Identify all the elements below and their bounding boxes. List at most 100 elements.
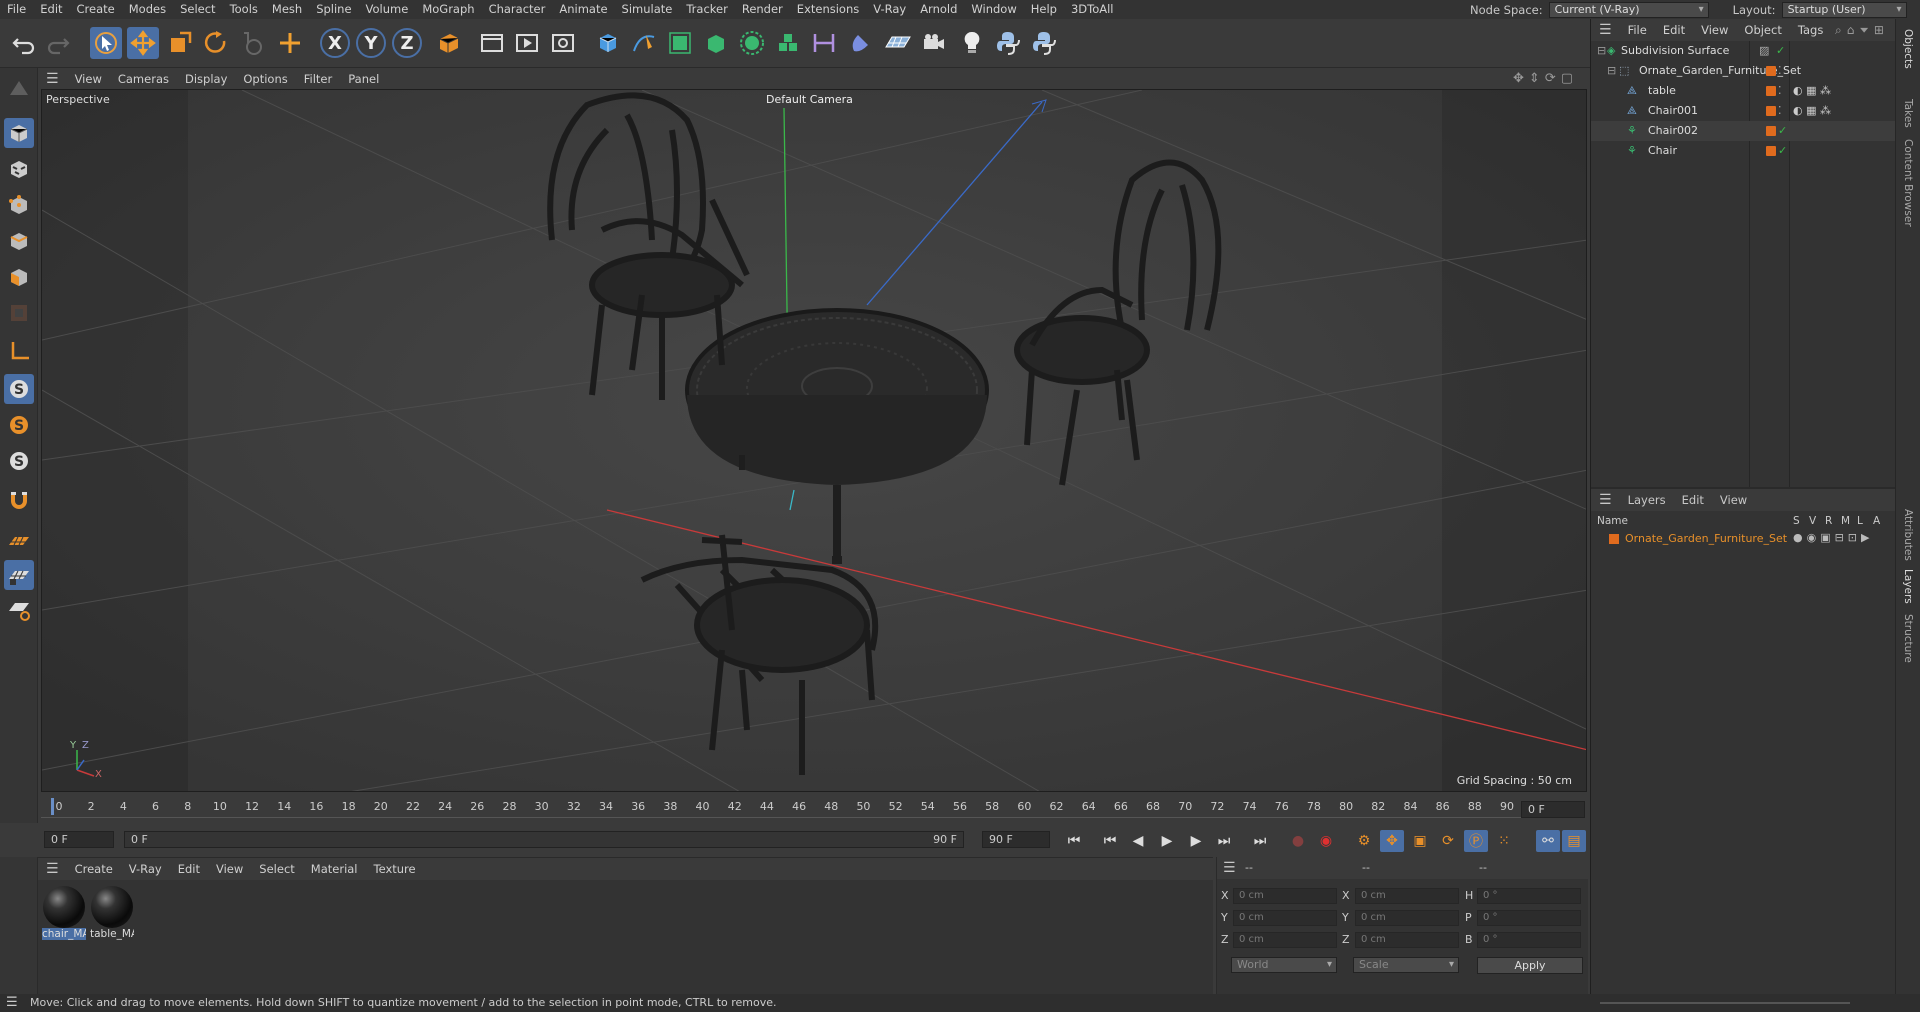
- material-menu-select[interactable]: Select: [251, 862, 302, 876]
- workplane-icon[interactable]: [4, 336, 34, 366]
- menu-animate[interactable]: Animate: [552, 0, 614, 19]
- object-menu-file[interactable]: File: [1620, 23, 1655, 37]
- layer-color-tag[interactable]: [1766, 146, 1776, 156]
- tab-attributes[interactable]: Attributes: [1902, 509, 1914, 561]
- material-tag-icon[interactable]: ◐ ▦ ⁂: [1793, 81, 1831, 101]
- rot-h-field[interactable]: 0 °: [1477, 888, 1581, 904]
- animated-grid-icon[interactable]: [4, 594, 34, 624]
- layer-menu-layers[interactable]: Layers: [1620, 493, 1674, 507]
- viewport-nav-icons[interactable]: ✥⇕⟳▢: [1513, 71, 1578, 86]
- light-icon[interactable]: [956, 27, 988, 59]
- camera-icon[interactable]: [918, 27, 950, 59]
- material-menu-texture[interactable]: Texture: [366, 862, 424, 876]
- redo-icon[interactable]: [42, 27, 74, 59]
- grid-plane-icon[interactable]: [4, 526, 34, 556]
- object-menu-view[interactable]: View: [1693, 23, 1736, 37]
- go-to-end-icon[interactable]: ⏭: [1248, 830, 1272, 852]
- object-toolbar-icons[interactable]: ⌕⌂⏷⊞: [1835, 23, 1895, 38]
- key-position-icon[interactable]: ✥: [1380, 830, 1404, 852]
- apply-button[interactable]: Apply: [1477, 957, 1583, 974]
- next-key-icon[interactable]: ⏭: [1212, 830, 1236, 852]
- viewport-menu-panel[interactable]: Panel: [340, 72, 387, 86]
- make-editable-icon[interactable]: [4, 73, 34, 103]
- y-axis-lock-button[interactable]: Y: [356, 28, 386, 58]
- python-script-icon[interactable]: [1028, 27, 1060, 59]
- pos-x-field[interactable]: 0 cm: [1233, 888, 1337, 904]
- material-hamburger-icon[interactable]: ☰: [38, 861, 67, 877]
- playhead[interactable]: [51, 798, 54, 815]
- frame-range-slider[interactable]: 0 F 90 F: [124, 831, 964, 848]
- end-frame-field[interactable]: 90 F: [982, 831, 1050, 848]
- subdivision-icon[interactable]: [664, 27, 696, 59]
- pos-y-field[interactable]: 0 cm: [1233, 910, 1337, 926]
- menu-create[interactable]: Create: [70, 0, 122, 19]
- menu-arnold[interactable]: Arnold: [913, 0, 964, 19]
- status-hamburger-icon[interactable]: ☰: [6, 994, 18, 1012]
- layer-hamburger-icon[interactable]: ☰: [1591, 492, 1620, 508]
- menu-simulate[interactable]: Simulate: [615, 0, 680, 19]
- key-parameter-icon[interactable]: Ⓟ: [1464, 830, 1488, 852]
- go-to-start-icon[interactable]: ⏮: [1062, 830, 1086, 852]
- undo-icon[interactable]: [8, 27, 40, 59]
- object-menu-edit[interactable]: Edit: [1655, 23, 1693, 37]
- viewport-menu-filter[interactable]: Filter: [296, 72, 340, 86]
- menu-help[interactable]: Help: [1024, 0, 1064, 19]
- python-icon[interactable]: [992, 27, 1024, 59]
- menu-mograph[interactable]: MoGraph: [415, 0, 481, 19]
- key-rotation-icon[interactable]: ⟳: [1436, 830, 1460, 852]
- object-row-chair002[interactable]: ⚘ Chair002 ✓: [1591, 121, 1896, 141]
- pos-z-field[interactable]: 0 cm: [1233, 932, 1337, 948]
- live-select-icon[interactable]: [236, 27, 268, 59]
- object-row-chair[interactable]: ⚘ Chair ✓: [1591, 141, 1896, 161]
- cloner-icon[interactable]: [736, 27, 768, 59]
- current-frame-field[interactable]: 0 F: [1521, 801, 1585, 818]
- mograph-icon[interactable]: [772, 27, 804, 59]
- viewport-camera-label[interactable]: Default Camera: [766, 93, 853, 106]
- rot-p-field[interactable]: 0 °: [1477, 910, 1581, 926]
- rotate-tool-icon[interactable]: [200, 27, 232, 59]
- object-row-subdivision[interactable]: ⊟ ◈ Subdivision Surface ▨ ✓: [1591, 41, 1896, 61]
- previous-frame-icon[interactable]: ◀: [1126, 830, 1150, 852]
- layout-dropdown[interactable]: Startup (User): [1781, 1, 1907, 18]
- layer-menu-edit[interactable]: Edit: [1674, 493, 1712, 507]
- visibility-dots-icon[interactable]: ⁚: [1778, 61, 1782, 81]
- layer-color-swatch[interactable]: [1609, 534, 1619, 544]
- start-frame-field[interactable]: 0 F: [44, 831, 114, 848]
- menu-render[interactable]: Render: [735, 0, 790, 19]
- render-region-icon[interactable]: [476, 27, 508, 59]
- layer-menu-view[interactable]: View: [1712, 493, 1755, 507]
- material-swatch-table[interactable]: table_MA: [90, 886, 134, 940]
- viewport-menu-display[interactable]: Display: [177, 72, 235, 86]
- menu-mesh[interactable]: Mesh: [265, 0, 309, 19]
- material-menu-edit[interactable]: Edit: [170, 862, 208, 876]
- material-menu-vray[interactable]: V-Ray: [121, 862, 170, 876]
- tab-content-browser[interactable]: Content Browser: [1902, 139, 1914, 227]
- menu-character[interactable]: Character: [482, 0, 553, 19]
- quantize-icon[interactable]: S: [4, 446, 34, 476]
- object-menu-tags[interactable]: Tags: [1790, 23, 1831, 37]
- object-hamburger-icon[interactable]: ☰: [1591, 22, 1620, 38]
- coordinate-space-dropdown[interactable]: World: [1231, 957, 1337, 973]
- layer-color-tag[interactable]: [1766, 66, 1776, 76]
- cube-primitive-icon[interactable]: [592, 27, 624, 59]
- magnet-icon[interactable]: [4, 486, 34, 516]
- menu-select[interactable]: Select: [173, 0, 222, 19]
- floor-icon[interactable]: [882, 27, 914, 59]
- key-scale-icon[interactable]: ▣: [1408, 830, 1432, 852]
- layer-color-tag[interactable]: [1766, 126, 1776, 136]
- object-menu-object[interactable]: Object: [1736, 23, 1789, 37]
- snap-icon[interactable]: S: [4, 374, 34, 404]
- tab-layers[interactable]: Layers: [1902, 569, 1914, 604]
- size-z-field[interactable]: 0 cm: [1355, 932, 1459, 948]
- coordinate-system-icon[interactable]: [432, 27, 464, 59]
- layer-row[interactable]: Ornate_Garden_Furniture_Set ●◉▣⊟⊡▶: [1591, 531, 1896, 549]
- size-x-field[interactable]: 0 cm: [1355, 888, 1459, 904]
- enabled-check-icon[interactable]: ✓: [1778, 141, 1787, 161]
- tab-structure[interactable]: Structure: [1902, 614, 1914, 663]
- snap-settings-icon[interactable]: S: [4, 410, 34, 440]
- viewport-hamburger-icon[interactable]: ☰: [38, 71, 67, 87]
- z-axis-lock-button[interactable]: Z: [392, 28, 422, 58]
- visibility-dots-icon[interactable]: ⁚: [1778, 101, 1782, 121]
- menu-3dtoall[interactable]: 3DToAll: [1064, 0, 1121, 19]
- object-row-chair001[interactable]: ⟁ Chair001 ⁚ ◐ ▦ ⁂: [1591, 101, 1896, 121]
